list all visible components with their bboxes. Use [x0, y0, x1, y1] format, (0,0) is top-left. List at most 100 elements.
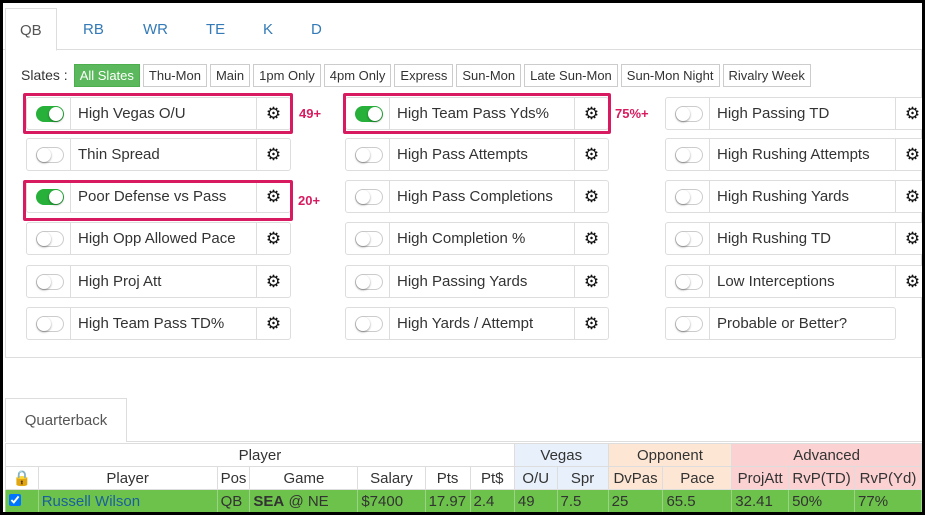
gear-icon[interactable]: ⚙ [574, 181, 608, 212]
slate-sun-mon-night[interactable]: Sun-Mon Night [620, 63, 720, 87]
filter-label: High Yards / Attempt [397, 315, 534, 332]
filter-item: Probable or Better? [665, 307, 896, 340]
gear-icon[interactable]: ⚙ [256, 266, 290, 297]
toggle-switch[interactable] [355, 231, 383, 247]
col-ou[interactable]: O/U [513, 466, 558, 490]
lock-icon[interactable]: 🔒 [5, 466, 39, 490]
table-row[interactable]: Russell Wilson QB SEA @ NE $7400 17.97 2… [5, 489, 922, 512]
gear-icon[interactable]: ⚙ [256, 139, 290, 170]
toggle-knob [37, 148, 51, 162]
toggle-switch[interactable] [355, 147, 383, 163]
gear-icon[interactable]: ⚙ [895, 223, 922, 254]
toggle-switch[interactable] [675, 274, 703, 290]
toggle-cell [666, 223, 710, 254]
gear-icon[interactable]: ⚙ [256, 308, 290, 339]
player-name[interactable]: Russell Wilson [37, 489, 218, 512]
filter-item: Poor Defense vs Pass ⚙ [26, 180, 291, 213]
filter-item: High Rushing TD ⚙ [665, 222, 922, 255]
row-checkbox[interactable] [5, 489, 39, 512]
gear-icon[interactable]: ⚙ [895, 181, 922, 212]
toggle-switch[interactable] [675, 147, 703, 163]
slate-all-slates[interactable]: All Slates [73, 63, 140, 87]
tab-k[interactable]: K [249, 8, 287, 51]
toggle-switch[interactable] [355, 274, 383, 290]
filter-label: High Rushing Yards [717, 188, 850, 205]
col-spr[interactable]: Spr [556, 466, 609, 490]
toggle-knob [356, 317, 370, 331]
slate-main[interactable]: Main [209, 63, 251, 87]
slate-rivalry-week[interactable]: Rivalry Week [722, 63, 811, 87]
toggle-switch[interactable] [675, 106, 703, 122]
col-pos[interactable]: Pos [216, 466, 251, 490]
toggle-switch[interactable] [675, 231, 703, 247]
gear-icon[interactable]: ⚙ [574, 139, 608, 170]
cell-team: SEA [253, 492, 285, 510]
toggle-knob [368, 107, 382, 121]
toggle-switch[interactable] [36, 189, 64, 205]
gear-icon[interactable]: ⚙ [895, 139, 922, 170]
toggle-switch[interactable] [36, 316, 64, 332]
gear-icon[interactable]: ⚙ [574, 98, 608, 129]
filter-item: Low Interceptions ⚙ [665, 265, 922, 298]
col-pace[interactable]: Pace [662, 466, 733, 490]
slate-thu-mon[interactable]: Thu-Mon [142, 63, 207, 87]
col-pts[interactable]: Pts [424, 466, 471, 490]
toggle-cell [666, 308, 710, 339]
toggle-switch[interactable] [36, 231, 64, 247]
toggle-knob [49, 190, 63, 204]
tab-rb[interactable]: RB [69, 8, 118, 51]
tab-qb[interactable]: QB [5, 8, 57, 51]
gear-icon[interactable]: ⚙ [256, 223, 290, 254]
gear-icon[interactable]: ⚙ [895, 98, 922, 129]
col-salary[interactable]: Salary [357, 466, 426, 490]
col-game[interactable]: Game [249, 466, 359, 490]
cell-rvpyd: 77% [854, 489, 922, 512]
filter-label: High Opp Allowed Pace [78, 230, 236, 247]
toggle-switch[interactable] [355, 316, 383, 332]
toggle-knob [37, 275, 51, 289]
tab-te[interactable]: TE [192, 8, 239, 51]
col-projatt[interactable]: ProjAtt [731, 466, 790, 490]
slate-sun-mon[interactable]: Sun-Mon [456, 63, 522, 87]
toggle-cell [346, 98, 390, 129]
filter-item: High Team Pass Yds% ⚙ [345, 97, 609, 130]
toggle-switch[interactable] [355, 189, 383, 205]
slate-express[interactable]: Express [394, 63, 454, 87]
slate-late-sun-mon[interactable]: Late Sun-Mon [524, 63, 618, 87]
slate-4pm-only[interactable]: 4pm Only [323, 63, 392, 87]
filter-item: High Completion % ⚙ [345, 222, 609, 255]
toggle-switch[interactable] [355, 106, 383, 122]
col-rvpyd[interactable]: RvP(Yd) [854, 466, 922, 490]
toggle-switch[interactable] [675, 189, 703, 205]
gear-icon[interactable]: ⚙ [895, 266, 922, 297]
toggle-cell [666, 139, 710, 170]
col-player[interactable]: Player [37, 466, 218, 490]
gear-icon[interactable]: ⚙ [256, 181, 290, 212]
toggle-switch[interactable] [675, 316, 703, 332]
col-ptd[interactable]: Pt$ [469, 466, 515, 490]
tab-quarterback[interactable]: Quarterback [5, 398, 127, 442]
tab-wr[interactable]: WR [129, 8, 182, 51]
gear-icon[interactable]: ⚙ [574, 308, 608, 339]
cell-dvpas: 25 [607, 489, 664, 512]
gear-icon[interactable]: ⚙ [256, 98, 290, 129]
toggle-cell [346, 308, 390, 339]
tab-d[interactable]: D [297, 8, 336, 51]
gear-icon[interactable]: ⚙ [574, 266, 608, 297]
slate-1pm-only[interactable]: 1pm Only [253, 63, 321, 87]
cell-game: SEA @ NE [249, 489, 359, 512]
col-rvptd[interactable]: RvP(TD) [788, 466, 856, 490]
toggle-switch[interactable] [36, 106, 64, 122]
filter-label: High Pass Completions [397, 188, 553, 205]
cell-opponent: @ NE [288, 492, 329, 510]
toggle-knob [676, 148, 690, 162]
annotation-pass-yds: 75%+ [615, 106, 649, 121]
toggle-switch[interactable] [36, 274, 64, 290]
toggle-switch[interactable] [36, 147, 64, 163]
col-dvpas[interactable]: DvPas [607, 466, 664, 490]
gear-icon[interactable]: ⚙ [574, 223, 608, 254]
toggle-cell [346, 266, 390, 297]
filter-item: High Opp Allowed Pace ⚙ [26, 222, 291, 255]
filter-item: High Passing Yards ⚙ [345, 265, 609, 298]
toggle-knob [49, 107, 63, 121]
